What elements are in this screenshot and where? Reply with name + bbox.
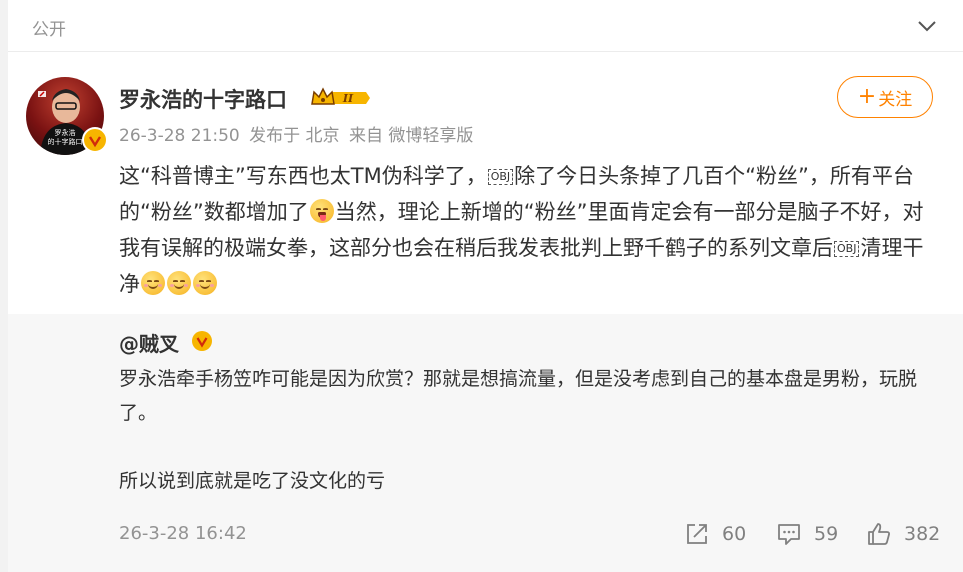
thumbs-up-icon xyxy=(868,523,890,545)
post-location: 发布于 北京 xyxy=(249,126,340,146)
share-icon xyxy=(687,524,707,544)
post-time[interactable]: 26-3-28 21:50 xyxy=(119,126,240,146)
visibility-label: 公开 xyxy=(32,20,66,40)
post-meta: 26-3-28 21:50 发布于 北京 来自 微博轻享版 xyxy=(119,121,477,146)
crown-level-icon[interactable]: II xyxy=(310,86,370,110)
obj-placeholder-icon: OBJ xyxy=(487,169,514,185)
comment-button[interactable]: 59 xyxy=(776,520,838,548)
reposted-content[interactable]: @贼叉 罗永浩牵手杨笠咋可能是因为欣赏？那就是想搞流量，但是没考虑到自己的基本盘… xyxy=(8,314,963,572)
post-text-part1: 这“科普博主”写东西也太TM伪科学了， xyxy=(119,164,487,188)
share-button[interactable]: 60 xyxy=(684,520,746,548)
comment-icon xyxy=(778,524,800,545)
follow-button[interactable]: + 关注 xyxy=(837,76,933,118)
svg-text:II: II xyxy=(342,92,354,105)
avatar[interactable]: 罗永浩 的十字路口 xyxy=(26,77,108,155)
verified-icon xyxy=(82,127,108,153)
post-source: 来自 微博轻享版 xyxy=(348,126,474,146)
follow-button-label: 关注 xyxy=(878,89,913,110)
share-count: 60 xyxy=(722,523,747,545)
like-count: 382 xyxy=(904,523,941,545)
repost-text-line2: 所以说到底就是吃了没文化的亏 xyxy=(119,470,386,492)
plus-icon: + xyxy=(857,84,877,109)
repost-author[interactable]: @贼叉 xyxy=(119,328,179,357)
smile-emoji-icon xyxy=(193,271,217,295)
weibo-post-card: 公开 罗永浩 的十字路口 罗永浩的十字路口 II 26-3-28 21:50 发… xyxy=(8,0,963,572)
visibility-bar: 公开 xyxy=(8,0,963,52)
author-name[interactable]: 罗永浩的十字路口 xyxy=(119,84,287,114)
smile-emoji-icon xyxy=(141,271,165,295)
smile-emoji-icon xyxy=(167,271,191,295)
obj-placeholder-icon: OBJ xyxy=(834,241,860,257)
like-button[interactable]: 382 xyxy=(866,520,940,548)
post-body: 这“科普博主”写东西也太TM伪科学了， OBJ 除了今日头条掉了几百个“粉丝”，所有… xyxy=(119,158,939,302)
repost-text-line1: 罗永浩牵手杨笠咋可能是因为欣赏？那就是想搞流量，但是没考虑到自己的基本盘是男粉，… xyxy=(119,368,918,424)
tongue-out-emoji-icon xyxy=(309,199,334,223)
verified-icon xyxy=(192,331,212,351)
comment-count: 59 xyxy=(814,523,839,545)
repost-time[interactable]: 26-3-28 16:42 xyxy=(119,523,247,544)
repost-body: 罗永浩牵手杨笠咋可能是因为欣赏？那就是想搞流量，但是没考虑到自己的基本盘是男粉，… xyxy=(119,362,929,498)
chevron-down-icon[interactable] xyxy=(915,14,939,38)
